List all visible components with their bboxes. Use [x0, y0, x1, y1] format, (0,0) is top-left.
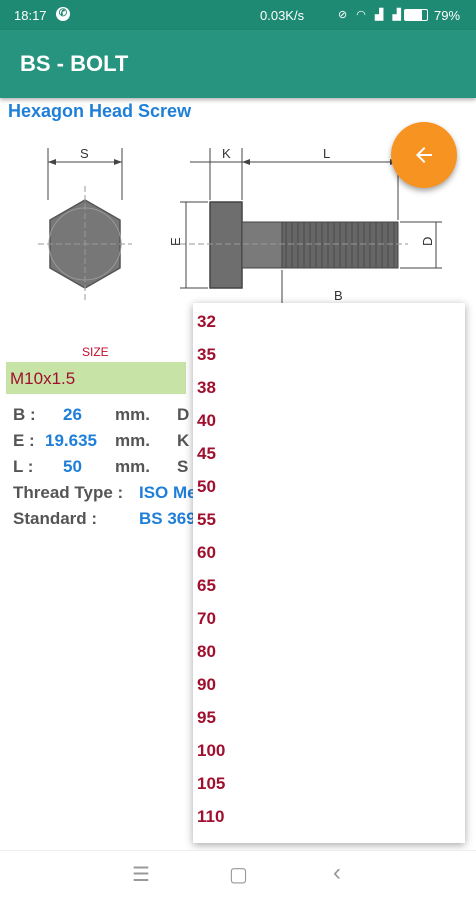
- dropdown-option[interactable]: 32: [197, 312, 216, 332]
- spec-row-standard: Standard : BS 369: [13, 509, 196, 528]
- dim-label-k: K: [222, 146, 231, 161]
- size-select[interactable]: M10x1.5: [6, 362, 186, 394]
- spec-row-l: L : 50 mm. S: [13, 457, 189, 476]
- dropdown-option[interactable]: 35: [197, 345, 216, 365]
- dropdown-option[interactable]: 40: [197, 411, 216, 431]
- dim-label-d: D: [420, 237, 435, 246]
- dropdown-option[interactable]: 95: [197, 708, 216, 728]
- dim-label-e: E: [168, 237, 183, 246]
- dim-label-l: L: [323, 146, 330, 161]
- battery-percent: 79%: [434, 8, 461, 23]
- size-value: M10x1.5: [10, 369, 76, 388]
- app-title: BS - BOLT: [20, 51, 129, 76]
- dropdown-option[interactable]: 80: [197, 642, 216, 662]
- dim-label-s: S: [80, 146, 89, 161]
- menu-icon[interactable]: ☰: [132, 862, 150, 887]
- page-subtitle: Hexagon Head Screw: [8, 101, 192, 121]
- signal-icons: ⊘ ◠ ▟ ▟: [338, 9, 404, 21]
- battery-icon: [404, 9, 428, 21]
- app-bar: BS - BOLT: [0, 30, 476, 98]
- spec-row-thread-type: Thread Type : ISO Me: [13, 483, 197, 502]
- system-nav-bar: ☰ ▢ ‹: [0, 850, 476, 901]
- network-speed: 0.03K/s: [260, 8, 305, 23]
- dropdown-option[interactable]: 90: [197, 675, 216, 695]
- dropdown-option[interactable]: 55: [197, 510, 216, 530]
- back-icon[interactable]: ‹: [333, 859, 341, 887]
- size-dropdown-list[interactable]: 32 35 38 40 45 50 55 60 65 70 80 90 95 1…: [193, 303, 465, 843]
- dropdown-option[interactable]: 110: [197, 807, 224, 827]
- dropdown-option[interactable]: 45: [197, 444, 216, 464]
- dropdown-option[interactable]: 50: [197, 477, 216, 497]
- spec-row-b: B : 26 mm. D: [13, 405, 190, 424]
- dropdown-option[interactable]: 65: [197, 576, 216, 596]
- size-label: SIZE: [82, 345, 109, 359]
- back-fab-button[interactable]: [391, 122, 457, 188]
- dropdown-option[interactable]: 70: [197, 609, 216, 629]
- arrow-left-icon: [416, 147, 432, 163]
- home-icon[interactable]: ▢: [229, 862, 248, 887]
- spec-row-e: E : 19.635 mm. K: [13, 431, 190, 450]
- bolt-diagram: S K L E D B: [38, 146, 442, 310]
- hexagon-head-view: [38, 148, 132, 300]
- call-icon: ✆: [56, 7, 70, 21]
- dropdown-option[interactable]: 100: [197, 741, 225, 761]
- dim-label-b: B: [334, 288, 343, 303]
- status-time: 18:17: [14, 8, 47, 23]
- dropdown-option[interactable]: 105: [197, 774, 225, 794]
- dropdown-option[interactable]: 60: [197, 543, 216, 563]
- status-bar: 18:17 ✆ 0.03K/s ⊘ ◠ ▟ ▟ 79%: [0, 0, 476, 30]
- dropdown-option[interactable]: 38: [197, 378, 216, 398]
